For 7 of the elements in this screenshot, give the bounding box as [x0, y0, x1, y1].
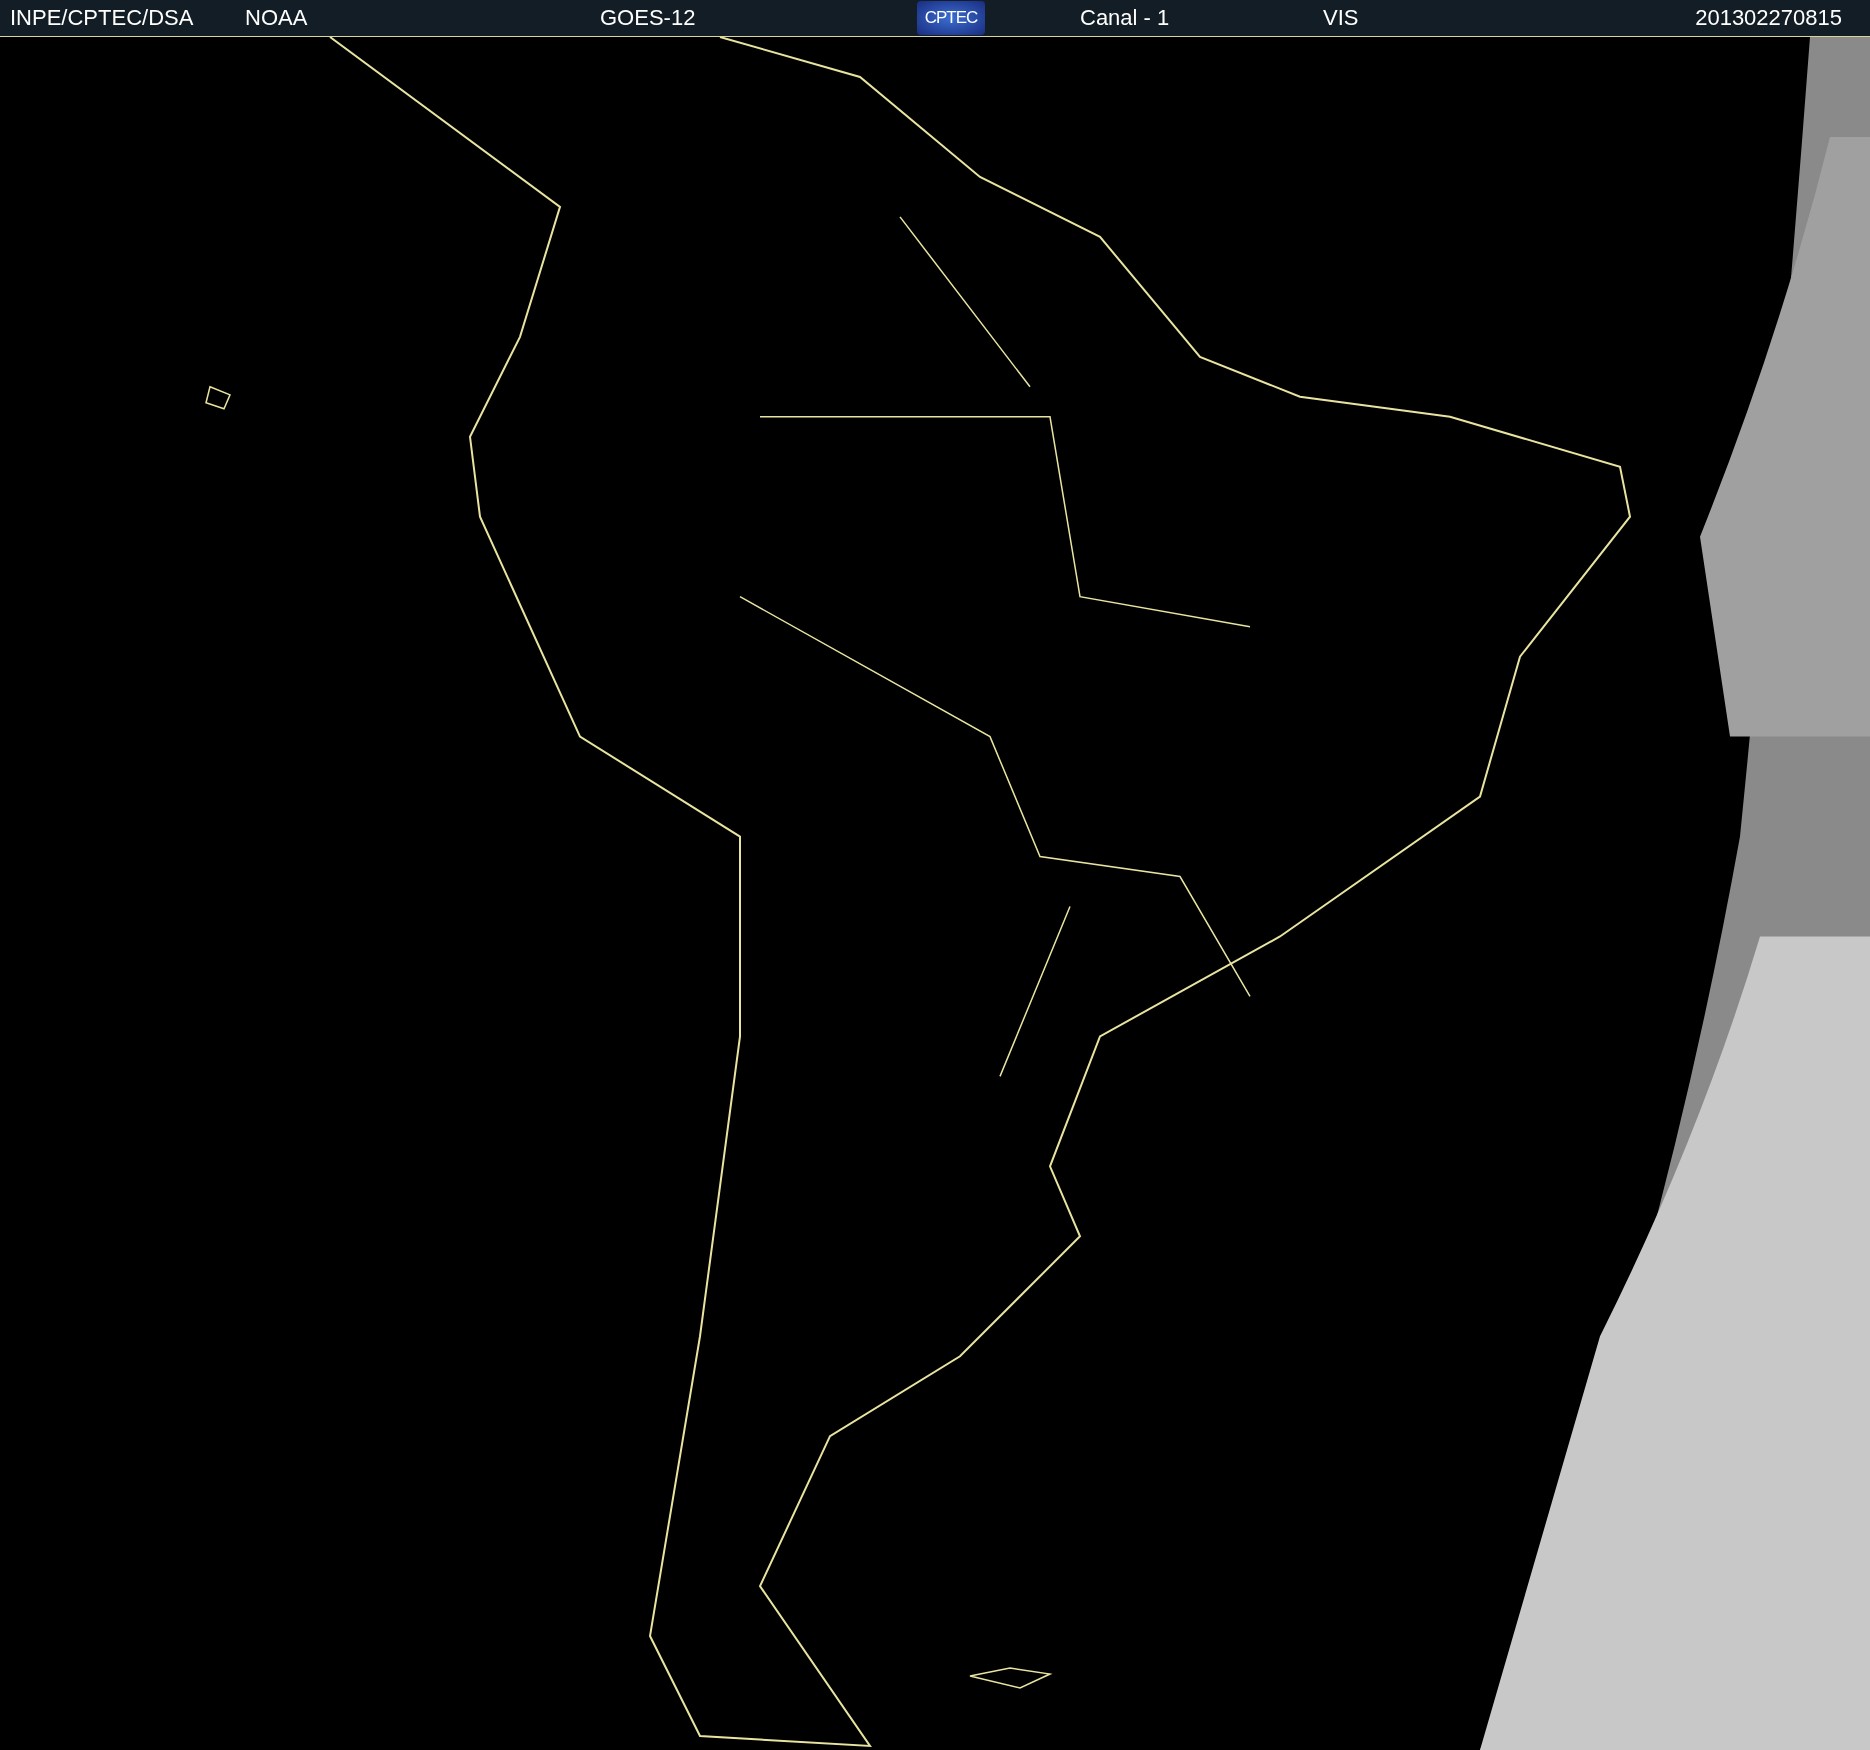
logo: CPTEC: [917, 1, 985, 35]
header-label: VIS: [1323, 5, 1359, 31]
header-label: INPE/CPTEC/DSA: [10, 5, 194, 31]
header-label: NOAA: [245, 5, 308, 31]
header-label: GOES-12: [600, 5, 696, 31]
header-label: 201302270815: [1695, 5, 1842, 31]
header-label: Canal - 1: [1080, 5, 1170, 31]
